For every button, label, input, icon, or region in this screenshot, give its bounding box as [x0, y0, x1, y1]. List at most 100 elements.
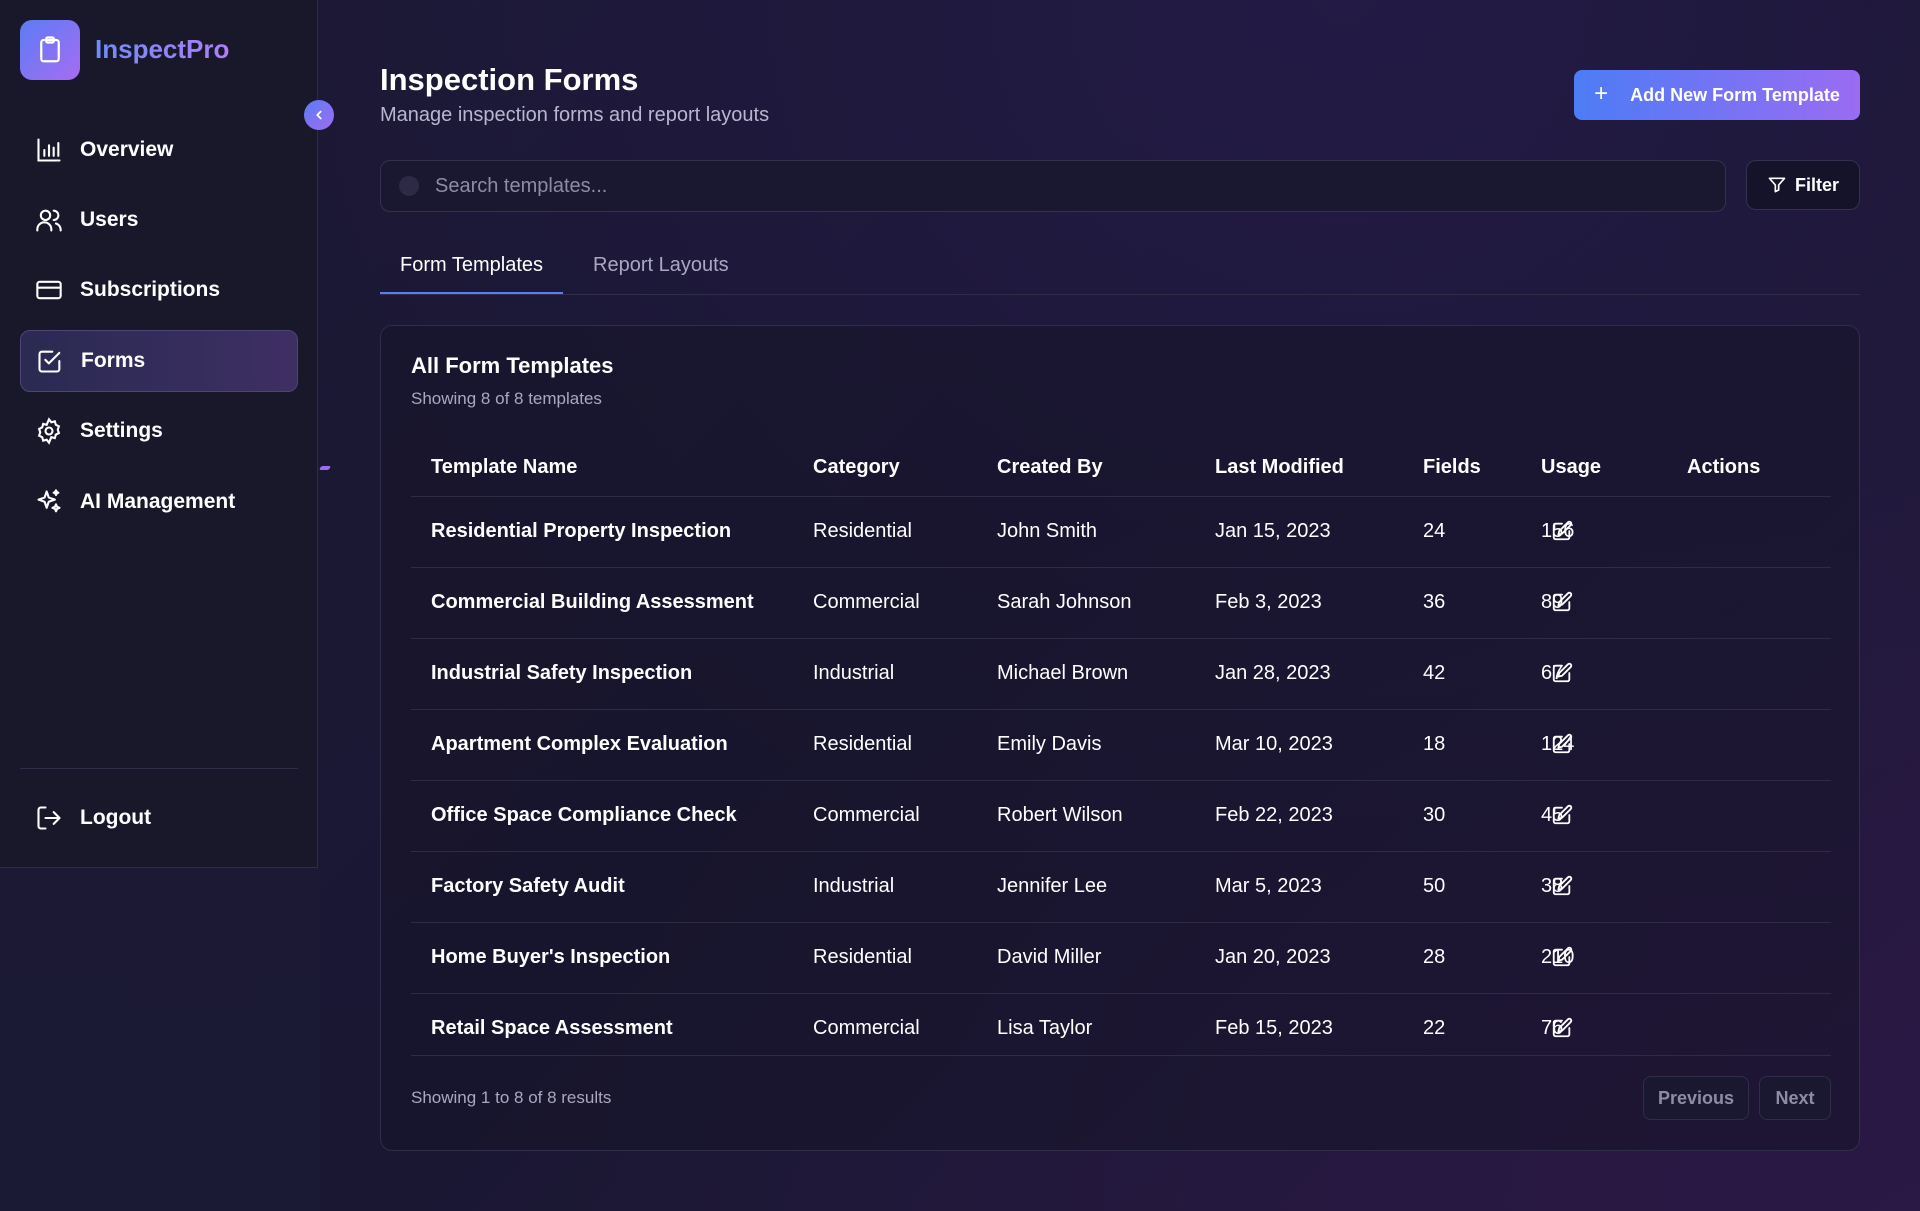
chevron-left-icon — [316, 110, 322, 120]
sidebar-item-label: Forms — [81, 349, 146, 372]
add-button-label: Add New Form Template — [1630, 84, 1840, 105]
edit-icon[interactable] — [1551, 1017, 1573, 1039]
cell-last-modified: Jan 28, 2023 — [1215, 662, 1331, 684]
edit-icon[interactable] — [1551, 662, 1573, 684]
tab-label: Report Layouts — [593, 254, 729, 276]
plus-icon: + — [1594, 79, 1609, 107]
gear-icon — [34, 416, 64, 446]
edit-icon[interactable] — [1551, 946, 1573, 968]
filter-button[interactable]: Filter — [1746, 160, 1860, 210]
edit-icon[interactable] — [1551, 804, 1573, 826]
cell-template-name: Industrial Safety Inspection — [431, 662, 693, 684]
sidebar-item-overview[interactable]: Overview — [20, 119, 298, 181]
cell-last-modified: Feb 22, 2023 — [1215, 804, 1333, 826]
table-row[interactable]: Commercial Building Assessment Commercia… — [411, 567, 1831, 639]
page-title: Inspection Forms — [380, 62, 639, 97]
logo[interactable] — [20, 20, 80, 80]
cell-category: Industrial — [813, 875, 895, 897]
sidebar-divider — [20, 768, 298, 769]
search-input[interactable] — [433, 173, 1637, 199]
cell-last-modified: Jan 15, 2023 — [1215, 520, 1331, 542]
cell-template-name: Home Buyer's Inspection — [431, 946, 671, 968]
cell-template-name: Residential Property Inspection — [431, 520, 732, 542]
edit-icon[interactable] — [1551, 875, 1573, 897]
cell-created-by: Jennifer Lee — [997, 875, 1108, 897]
edit-icon[interactable] — [1551, 591, 1573, 613]
cell-category: Commercial — [813, 1017, 920, 1039]
card-subtitle: Showing 8 of 8 templates — [411, 389, 602, 408]
cell-category: Residential — [813, 733, 912, 755]
search-icon — [399, 176, 419, 196]
tab-report-layouts[interactable]: Report Layouts — [573, 254, 749, 294]
cell-fields: 24 — [1423, 520, 1446, 542]
cell-last-modified: Feb 3, 2023 — [1215, 591, 1322, 613]
brand-name: InspectPro — [95, 34, 230, 64]
cell-template-name: Apartment Complex Evaluation — [431, 733, 728, 755]
tab-label: Form Templates — [400, 254, 544, 276]
cell-created-by: Michael Brown — [997, 662, 1129, 684]
form-templates-card: All Form Templates Showing 8 of 8 templa… — [380, 325, 1860, 1151]
cell-template-name: Commercial Building Assessment — [431, 591, 754, 613]
cell-last-modified: Jan 20, 2023 — [1215, 946, 1331, 968]
cell-category: Residential — [813, 946, 912, 968]
cell-fields: 50 — [1423, 875, 1446, 897]
card-title: All Form Templates — [411, 353, 614, 378]
cell-created-by: John Smith — [997, 520, 1098, 542]
column-header-template-name[interactable]: Template Name — [431, 456, 577, 479]
sidebar-item-users[interactable]: Users — [20, 189, 298, 251]
tabs-divider — [380, 294, 1860, 295]
cell-fields: 28 — [1423, 946, 1446, 968]
search-bar[interactable] — [380, 160, 1726, 212]
sidebar-item-ai-management[interactable]: AI Management — [20, 471, 298, 533]
clipboard-icon — [40, 36, 60, 63]
table-row[interactable]: Residential Property Inspection Resident… — [411, 496, 1831, 568]
cell-fields: 36 — [1423, 591, 1446, 613]
column-header-created-by[interactable]: Created By — [997, 456, 1103, 479]
logout-button[interactable]: Logout — [20, 787, 298, 849]
filter-icon — [1768, 177, 1786, 193]
cell-created-by: David Miller — [997, 946, 1102, 968]
sidebar-item-label: Overview — [80, 138, 174, 161]
chart-bar-icon — [34, 135, 64, 165]
cell-created-by: Sarah Johnson — [997, 591, 1132, 613]
sidebar-item-subscriptions[interactable]: Subscriptions — [20, 259, 298, 321]
sidebar-background-fill — [0, 868, 320, 1211]
column-header-category[interactable]: Category — [813, 456, 900, 479]
cell-fields: 18 — [1423, 733, 1446, 755]
sidebar-item-label: Settings — [80, 419, 163, 442]
table-row[interactable]: Home Buyer's Inspection Residential Davi… — [411, 922, 1831, 994]
previous-page-button[interactable]: Previous — [1643, 1076, 1749, 1120]
cell-template-name: Factory Safety Audit — [431, 875, 625, 897]
cell-category: Commercial — [813, 591, 920, 613]
add-new-form-template-button[interactable]: + Add New Form Template — [1574, 70, 1860, 120]
sidebar-item-label: AI Management — [80, 490, 236, 513]
column-header-usage[interactable]: Usage — [1541, 456, 1601, 479]
table-bottom-border — [411, 1055, 1831, 1056]
next-page-button[interactable]: Next — [1759, 1076, 1831, 1120]
cell-category: Residential — [813, 520, 912, 542]
table-row[interactable]: Factory Safety Audit Industrial Jennifer… — [411, 851, 1831, 923]
filter-label: Filter — [1794, 174, 1839, 195]
edit-icon[interactable] — [1551, 733, 1573, 755]
column-header-fields[interactable]: Fields — [1423, 456, 1481, 479]
sidebar-item-settings[interactable]: Settings — [20, 400, 298, 462]
clipboard-check-icon — [35, 346, 65, 376]
column-header-last-modified[interactable]: Last Modified — [1215, 456, 1344, 479]
tab-form-templates[interactable]: Form Templates — [380, 254, 564, 295]
cell-created-by: Robert Wilson — [997, 804, 1123, 826]
users-icon — [34, 205, 64, 235]
sidebar-item-forms[interactable]: Forms — [20, 330, 298, 392]
pagination-summary: Showing 1 to 8 of 8 results — [411, 1088, 612, 1107]
column-header-actions: Actions — [1687, 456, 1761, 478]
cell-created-by: Lisa Taylor — [997, 1017, 1093, 1039]
table-row[interactable]: Office Space Compliance Check Commercial… — [411, 780, 1831, 852]
cell-fields: 30 — [1423, 804, 1446, 826]
page-subtitle: Manage inspection forms and report layou… — [380, 104, 770, 126]
table-row[interactable]: Apartment Complex Evaluation Residential… — [411, 709, 1831, 781]
cell-fields: 22 — [1423, 1017, 1446, 1039]
edit-icon[interactable] — [1551, 520, 1573, 542]
cell-template-name: Office Space Compliance Check — [431, 804, 737, 826]
table-row[interactable]: Industrial Safety Inspection Industrial … — [411, 638, 1831, 710]
collapse-sidebar-button[interactable] — [304, 100, 334, 130]
cell-created-by: Emily Davis — [997, 733, 1102, 755]
